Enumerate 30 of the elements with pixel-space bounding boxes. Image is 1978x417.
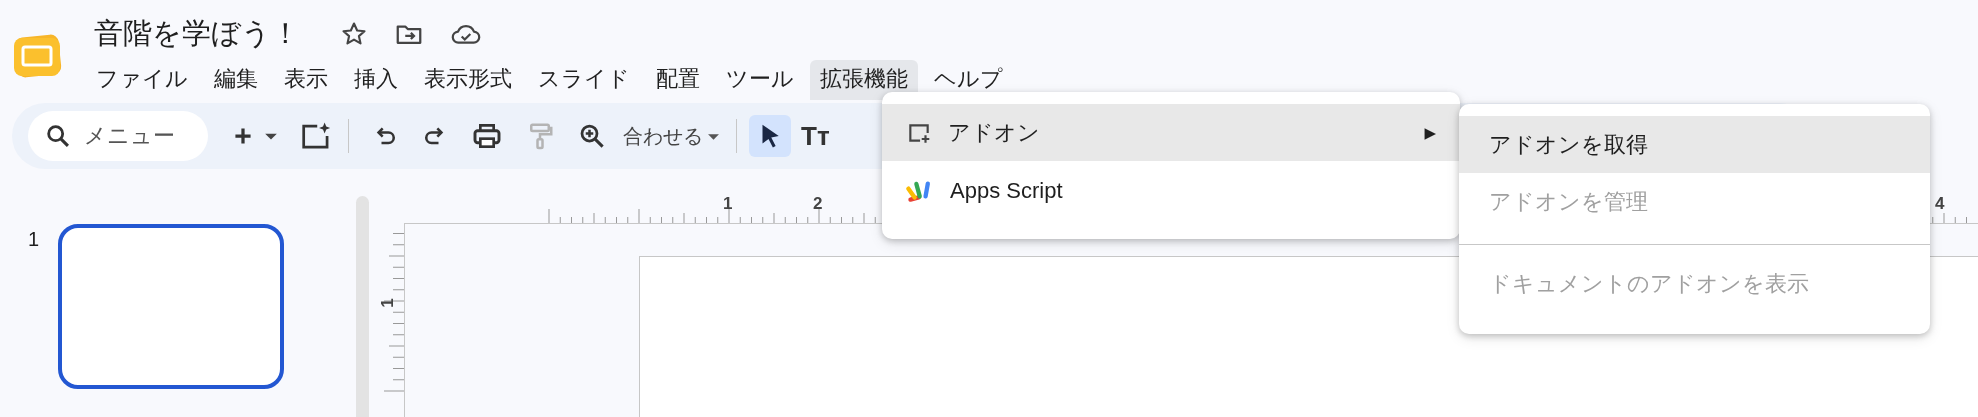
menu-item[interactable]: アドオンを取得 [1459,116,1930,173]
menu-item[interactable]: 拡張機能 [810,60,918,100]
ruler-number: 4 [1935,194,1945,214]
menu-item[interactable]: ファイル [86,60,198,100]
zoom-dropdown[interactable]: 合わせる [623,122,720,150]
menu-item[interactable]: ツール [716,60,804,100]
menu-item[interactable]: 配置 [646,60,710,100]
star-icon[interactable] [340,20,368,48]
ruler-number: 1 [723,194,733,214]
search-field[interactable]: メニュー [28,111,208,161]
document-title[interactable]: 音階を学ぼう！ [94,14,300,54]
menu-item[interactable]: 編集 [204,60,268,100]
menu-label: Apps Script [950,178,1064,204]
menu-label: アドオン [948,118,1041,147]
slide-thumbnail[interactable] [58,224,284,389]
search-icon [44,122,72,150]
menu-item[interactable]: スライド [528,60,640,100]
menu-item[interactable]: 表示形式 [414,60,522,100]
ruler-number: 1 [377,298,398,308]
text-box-tool[interactable]: Tт [801,120,830,152]
submenu-arrow: ▶ [1424,123,1436,142]
menu-item[interactable]: 挿入 [344,60,408,100]
slide-number: 1 [28,228,41,251]
menu-item[interactable]: Apps Script [882,161,1460,221]
select-tool-button[interactable] [749,115,791,157]
menu-item[interactable]: アドオン ▶ [882,104,1460,161]
ruler-number: 2 [813,194,823,214]
menu-item[interactable]: 表示 [274,60,338,100]
new-slide-sparkle-icon[interactable] [300,121,332,151]
scrollbar[interactable] [356,196,369,417]
